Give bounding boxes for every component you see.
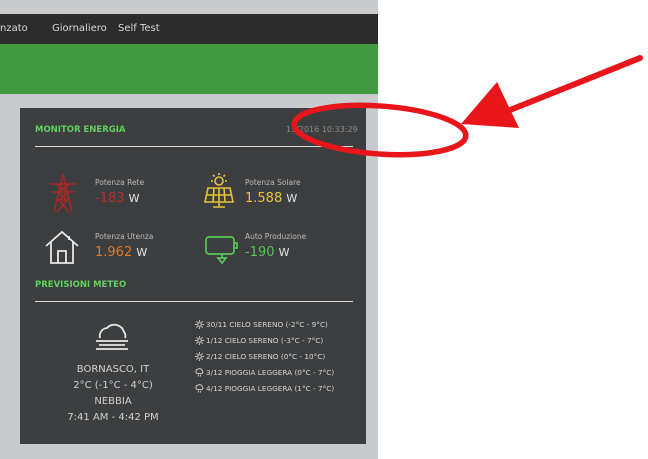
- annotation-overlay: [291, 55, 643, 158]
- red-arrow-icon: [461, 55, 643, 128]
- highlight-ellipse: [291, 102, 469, 158]
